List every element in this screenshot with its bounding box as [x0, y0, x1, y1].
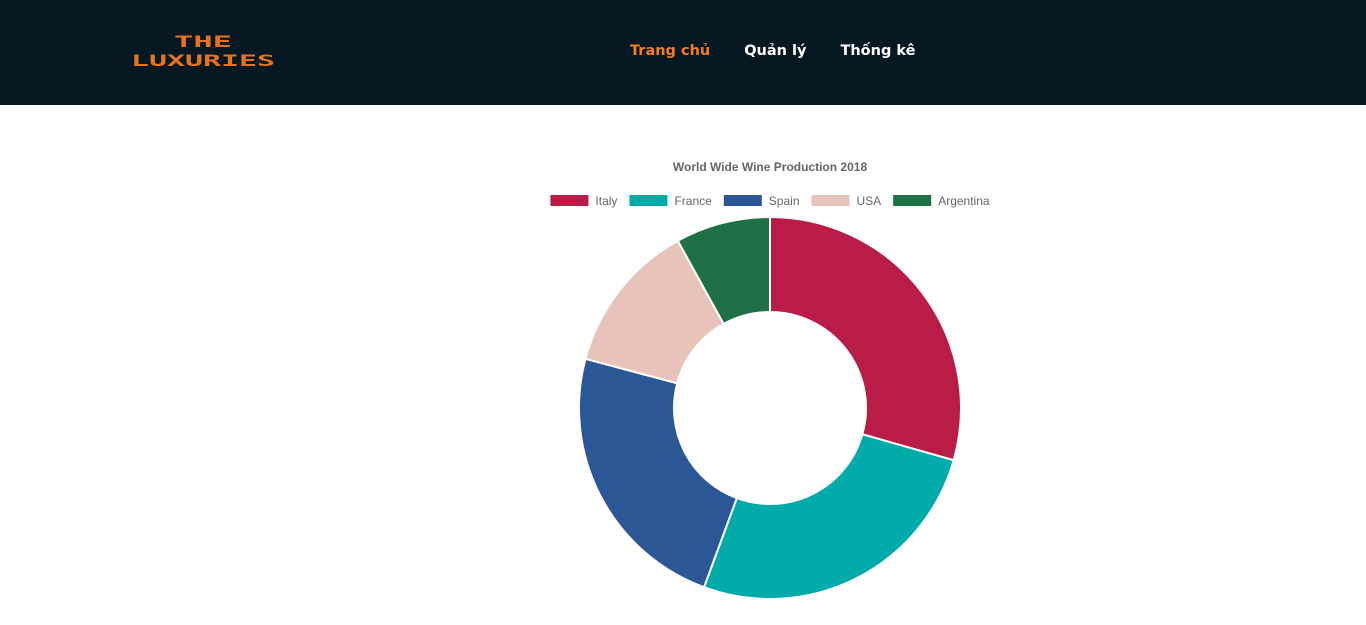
nav-link-statistics[interactable]: Thống kê — [840, 43, 915, 59]
legend-label: France — [674, 194, 712, 208]
brand-logo[interactable]: THE LUXURIES — [130, 33, 276, 69]
legend-label: USA — [857, 194, 882, 208]
chart-slices — [578, 215, 962, 600]
main-nav: Trang chủ Quản lý Thống kê — [630, 43, 915, 59]
legend-swatch — [893, 195, 932, 206]
legend-item-spain[interactable]: Spain — [723, 194, 800, 208]
legend-swatch — [723, 195, 762, 206]
doughnut-chart: World Wide Wine Production 2018 Italy Fra… — [550, 160, 990, 600]
legend-label: Argentina — [938, 194, 990, 208]
legend-item-france[interactable]: France — [629, 194, 712, 208]
legend-label: Spain — [769, 194, 800, 208]
navbar: THE LUXURIES Trang chủ Quản lý Thống kê — [0, 0, 1366, 105]
slice-spain[interactable] — [578, 357, 739, 589]
nav-link-manage[interactable]: Quản lý — [744, 43, 806, 59]
brand-line-1: THE — [174, 33, 232, 51]
chart-title: World Wide Wine Production 2018 — [673, 160, 868, 174]
legend-item-italy[interactable]: Italy — [550, 194, 617, 208]
brand-line-2: LUXURIES — [131, 51, 275, 69]
legend-item-usa[interactable]: USA — [811, 194, 882, 208]
legend-swatch — [550, 195, 589, 206]
chart-area: World Wide Wine Production 2018 Italy Fra… — [0, 105, 1366, 625]
slice-italy[interactable] — [769, 215, 962, 462]
chart-legend: Italy France Spain USA Argentina — [550, 194, 990, 208]
legend-label: Italy — [595, 194, 617, 208]
legend-item-argentina[interactable]: Argentina — [893, 194, 990, 208]
nav-link-home[interactable]: Trang chủ — [630, 43, 710, 59]
slice-france[interactable] — [702, 433, 955, 600]
legend-swatch — [629, 195, 668, 206]
legend-swatch — [811, 195, 850, 206]
